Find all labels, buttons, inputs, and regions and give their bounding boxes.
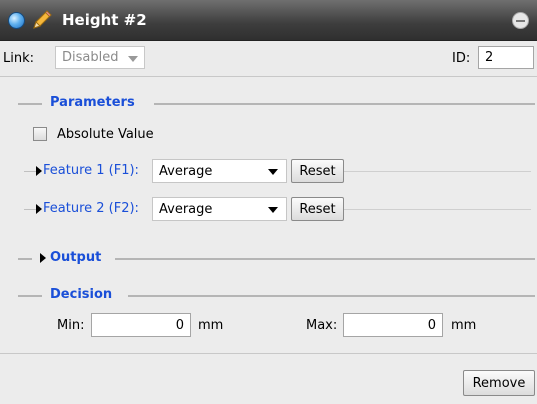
parameters-heading: Parameters bbox=[50, 95, 135, 110]
link-dropdown[interactable]: Disabled bbox=[55, 46, 145, 69]
divider bbox=[24, 171, 36, 172]
feature-1-value: Average bbox=[159, 164, 213, 179]
pencil-icon[interactable] bbox=[30, 8, 54, 32]
decision-section-header: Decision bbox=[0, 285, 537, 305]
feature-2-label[interactable]: Feature 2 (F2): bbox=[43, 201, 139, 216]
output-section-header[interactable]: Output bbox=[0, 248, 537, 268]
max-label: Max: bbox=[306, 318, 338, 333]
chevron-down-icon bbox=[268, 207, 278, 213]
link-label: Link: bbox=[3, 51, 35, 66]
absolute-value-checkbox[interactable] bbox=[33, 127, 47, 141]
window-title: Height #2 bbox=[62, 11, 147, 29]
divider bbox=[18, 103, 42, 105]
output-heading[interactable]: Output bbox=[50, 250, 101, 265]
divider bbox=[154, 103, 535, 105]
feature-1-row: Feature 1 (F1): Average Reset bbox=[0, 158, 537, 184]
feature-2-row: Feature 2 (F2): Average Reset bbox=[0, 196, 537, 222]
divider bbox=[344, 209, 531, 210]
id-label: ID: bbox=[452, 51, 471, 66]
feature-2-dropdown[interactable]: Average bbox=[152, 197, 287, 221]
chevron-down-icon bbox=[268, 169, 278, 175]
feature-1-reset-button[interactable]: Reset bbox=[291, 159, 344, 183]
absolute-value-label: Absolute Value bbox=[57, 127, 154, 142]
divider bbox=[18, 295, 42, 297]
expand-arrow-icon[interactable] bbox=[36, 166, 42, 176]
min-input[interactable]: 0 bbox=[91, 313, 191, 337]
link-bar: Link: Disabled ID: 2 bbox=[0, 41, 537, 77]
min-unit: mm bbox=[198, 318, 224, 333]
min-label: Min: bbox=[57, 318, 85, 333]
remove-button[interactable]: Remove bbox=[463, 370, 535, 396]
max-input[interactable]: 0 bbox=[343, 313, 443, 337]
id-field[interactable]: 2 bbox=[478, 46, 534, 69]
feature-2-reset-button[interactable]: Reset bbox=[291, 197, 344, 221]
collapse-icon[interactable] bbox=[512, 12, 529, 29]
divider bbox=[344, 171, 531, 172]
title-bar: Height #2 bbox=[0, 0, 537, 41]
chevron-down-icon bbox=[128, 56, 138, 62]
parameters-section-header: Parameters bbox=[0, 93, 537, 113]
status-indicator-icon[interactable] bbox=[8, 12, 25, 29]
feature-1-label[interactable]: Feature 1 (F1): bbox=[43, 163, 139, 178]
expand-arrow-icon[interactable] bbox=[40, 253, 46, 263]
feature-1-dropdown[interactable]: Average bbox=[152, 159, 287, 183]
divider bbox=[115, 258, 535, 260]
decision-heading: Decision bbox=[50, 287, 113, 302]
link-dropdown-value: Disabled bbox=[62, 50, 119, 65]
divider bbox=[0, 353, 537, 354]
expand-arrow-icon[interactable] bbox=[36, 204, 42, 214]
divider bbox=[24, 209, 36, 210]
feature-2-value: Average bbox=[159, 202, 213, 217]
max-unit: mm bbox=[451, 318, 477, 333]
divider bbox=[128, 295, 535, 297]
divider bbox=[18, 258, 32, 260]
